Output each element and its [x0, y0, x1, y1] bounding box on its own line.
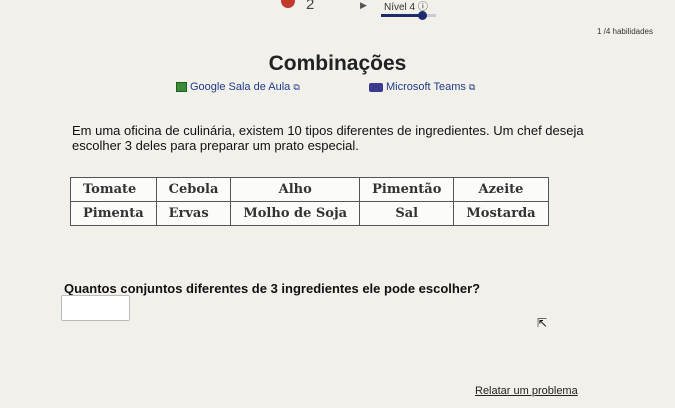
- table-cell: Cebola: [155, 177, 232, 202]
- progress-dot-icon: [281, 0, 295, 8]
- table-cell: Molho de Soja: [230, 201, 361, 226]
- current-question-number: 2: [306, 0, 315, 13]
- microsoft-teams-icon: [369, 82, 383, 92]
- ingredients-table: Tomate Cebola Alho Pimentão Azeite Pimen…: [70, 177, 549, 226]
- microsoft-teams-link[interactable]: Microsoft Teams ⧉: [369, 81, 475, 93]
- progress-bar-area: 2 ▶ Nível 4 ⓘ 1 /4 habilidades: [0, 0, 675, 36]
- table-row: Pimenta Ervas Molho de Soja Sal Mostarda: [70, 201, 549, 226]
- external-link-icon: ⧉: [468, 81, 476, 92]
- google-classroom-link[interactable]: Google Sala de Aula ⧉: [176, 81, 300, 93]
- page-title: Combinações: [268, 52, 407, 75]
- answer-input[interactable]: [61, 295, 130, 321]
- level-progress-handle-icon: [418, 11, 428, 20]
- mouse-pointer-icon: ⇱: [537, 316, 548, 330]
- table-cell: Sal: [359, 201, 455, 226]
- level-progress-track: [381, 11, 436, 20]
- table-cell: Pimenta: [70, 201, 157, 226]
- problem-statement: Em uma oficina de culinária, existem 10 …: [72, 123, 584, 153]
- table-row: Tomate Cebola Alho Pimentão Azeite: [70, 177, 549, 202]
- table-cell: Ervas: [155, 201, 232, 226]
- microsoft-teams-label: Microsoft Teams: [386, 81, 466, 93]
- question-text: Quantos conjuntos diferentes de 3 ingred…: [64, 281, 481, 296]
- google-classroom-label: Google Sala de Aula: [190, 81, 291, 93]
- skills-count: 1 /4 habilidades: [596, 27, 653, 36]
- play-arrow-icon[interactable]: ▶: [360, 0, 367, 11]
- report-problem-link[interactable]: Relatar um problema: [475, 385, 578, 397]
- level-progress-fill: [381, 14, 423, 17]
- table-cell: Pimentão: [359, 177, 455, 202]
- table-cell: Azeite: [453, 177, 549, 202]
- google-classroom-icon: [176, 82, 187, 92]
- table-cell: Tomate: [70, 177, 157, 202]
- table-cell: Mostarda: [453, 201, 549, 226]
- external-link-icon: ⧉: [293, 81, 300, 92]
- table-cell: Alho: [230, 177, 361, 202]
